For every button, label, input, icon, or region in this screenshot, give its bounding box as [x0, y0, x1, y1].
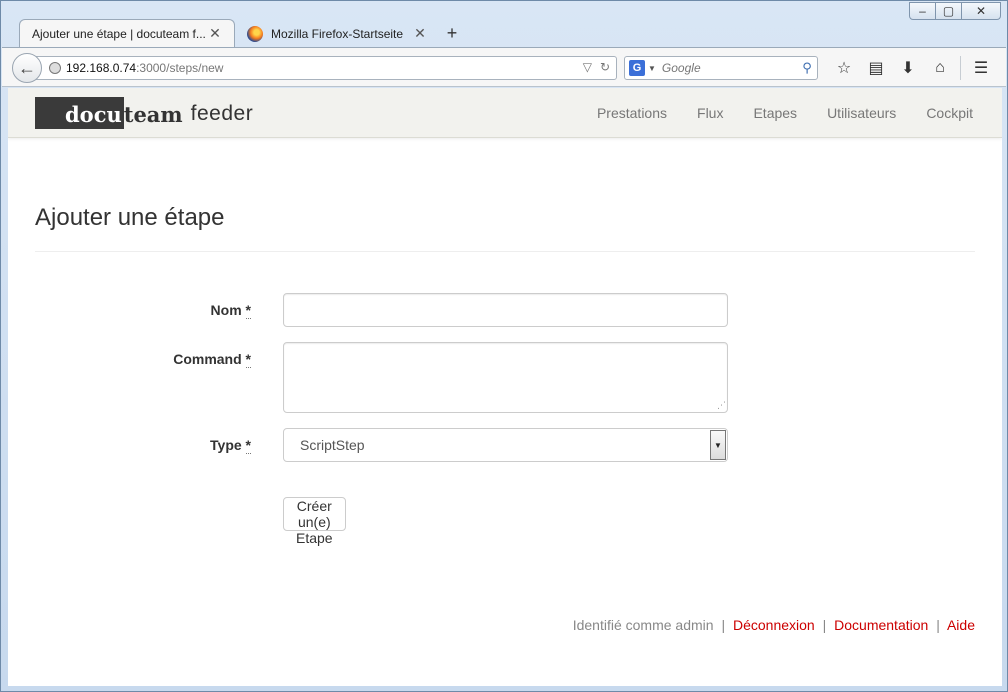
search-bar[interactable]: G ▼ Google ⚲ — [624, 56, 818, 80]
menu-icon[interactable]: ☰ — [965, 56, 997, 80]
reading-list-icon[interactable]: ▤ — [860, 56, 892, 80]
identified-text: Identifié comme admin — [572, 617, 714, 633]
footer-separator: | — [936, 617, 940, 633]
tab-title: Ajouter une étape | docuteam f... — [32, 26, 206, 41]
download-icon[interactable]: ⬇ — [892, 56, 924, 80]
logo-rest: team — [123, 102, 183, 127]
logout-link[interactable]: Déconnexion — [733, 617, 815, 633]
tab-firefox-startseite[interactable]: Mozilla Firefox-Startseite ✕ — [235, 20, 439, 47]
bookmark-star-icon[interactable]: ☆ — [828, 56, 860, 80]
command-label: Command * — [8, 351, 251, 368]
url-bar[interactable]: 192.168.0.74:3000/steps/new ▽ ↻ — [32, 56, 617, 80]
toolbar-separator — [960, 56, 961, 80]
page-viewport: docu team feeder Prestations Flux Etapes… — [8, 88, 1002, 686]
name-input[interactable] — [283, 293, 728, 327]
type-label: Type * — [8, 437, 251, 454]
google-icon[interactable]: G — [629, 60, 645, 76]
close-window-icon[interactable]: ✕ — [961, 2, 1001, 20]
chevron-down-icon[interactable]: ▼ — [710, 430, 726, 460]
back-icon[interactable]: ← — [12, 53, 42, 83]
maximize-icon[interactable]: ▢ — [935, 2, 962, 20]
url-host: 192.168.0.74 — [66, 61, 137, 75]
create-step-button[interactable]: Créer un(e) Etape — [283, 497, 346, 546]
nav-prestations[interactable]: Prestations — [582, 105, 682, 121]
logo[interactable]: docu team feeder — [35, 97, 253, 129]
main-nav: Prestations Flux Etapes Utilisateurs Coc… — [582, 88, 988, 138]
required-marker: * — [245, 351, 251, 368]
search-icon[interactable]: ⚲ — [797, 60, 817, 76]
navigation-toolbar: ← 192.168.0.74:3000/steps/new ▽ ↻ G ▼ Go… — [2, 47, 1006, 87]
window-controls: – ▢ ✕ — [909, 2, 1001, 20]
nav-cockpit[interactable]: Cockpit — [911, 105, 988, 121]
type-select[interactable]: ScriptStep ▼ — [283, 428, 728, 462]
logo-feeder: feeder — [190, 102, 254, 125]
command-label-text: Command — [173, 351, 242, 367]
resize-grip-icon[interactable]: ⋰ — [714, 399, 726, 411]
search-placeholder: Google — [661, 61, 701, 75]
nav-utilisateurs[interactable]: Utilisateurs — [812, 105, 911, 121]
url-path: :3000/steps/new — [136, 61, 224, 75]
tab-title: Mozilla Firefox-Startseite — [271, 26, 404, 41]
footer-separator: | — [721, 617, 726, 633]
help-link[interactable]: Aide — [947, 617, 975, 633]
tab-close-icon[interactable]: ✕ — [208, 25, 222, 42]
nav-flux[interactable]: Flux — [682, 105, 738, 121]
name-label: Nom * — [8, 302, 251, 319]
new-tab-button[interactable]: + — [439, 20, 465, 47]
page-title: Ajouter une étape — [35, 204, 225, 231]
tab-close-icon[interactable]: ✕ — [413, 25, 427, 42]
documentation-link[interactable]: Documentation — [834, 617, 928, 633]
logo-box: docu — [35, 97, 124, 129]
type-label-text: Type — [210, 437, 242, 453]
tab-ajouter-etape[interactable]: Ajouter une étape | docuteam f... ✕ — [19, 19, 235, 47]
firefox-icon — [247, 25, 263, 42]
globe-icon — [49, 62, 61, 74]
type-select-value: ScriptStep — [300, 437, 365, 453]
app-header: docu team feeder Prestations Flux Etapes… — [8, 88, 1002, 138]
toolbar-icons: ☆ ▤ ⬇ ⌂ ☰ — [828, 56, 997, 80]
home-icon[interactable]: ⌂ — [924, 56, 956, 80]
chevron-down-icon[interactable]: ▼ — [648, 64, 656, 73]
tab-strip: Ajouter une étape | docuteam f... ✕ Mozi… — [19, 19, 465, 47]
footer-separator: | — [822, 617, 827, 633]
dropmarker-icon[interactable]: ▽ — [583, 60, 592, 74]
minimize-icon[interactable]: – — [909, 2, 936, 20]
required-marker: * — [245, 437, 251, 454]
required-marker: * — [245, 302, 251, 319]
reload-icon[interactable]: ↻ — [600, 60, 610, 74]
nav-etapes[interactable]: Etapes — [738, 105, 812, 121]
footer: Identifié comme admin | Déconnexion | Do… — [573, 617, 975, 633]
command-textarea[interactable] — [283, 342, 728, 413]
browser-window: – ▢ ✕ Ajouter une étape | docuteam f... … — [0, 0, 1008, 692]
title-divider — [35, 251, 975, 252]
name-label-text: Nom — [210, 302, 242, 318]
